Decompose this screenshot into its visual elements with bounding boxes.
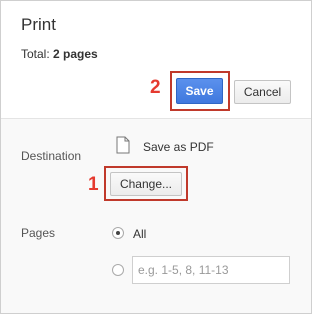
step-2-marker: 2 bbox=[150, 77, 161, 98]
pages-custom-input[interactable] bbox=[132, 256, 290, 284]
destination-value: Save as PDF bbox=[143, 140, 214, 154]
page-title: Print bbox=[21, 15, 56, 34]
cancel-button[interactable]: Cancel bbox=[234, 80, 291, 104]
total-value: 2 pages bbox=[53, 47, 98, 61]
step-1-marker: 1 bbox=[88, 174, 99, 195]
page-count: Total: 2 pages bbox=[21, 47, 98, 61]
pages-all-label[interactable]: All bbox=[133, 227, 146, 241]
total-label: Total: bbox=[21, 47, 50, 61]
pages-all-radio[interactable] bbox=[112, 227, 124, 239]
save-button[interactable]: Save bbox=[176, 78, 223, 104]
document-icon bbox=[116, 136, 130, 154]
destination-label: Destination bbox=[21, 149, 82, 163]
radio-selected-dot bbox=[116, 231, 120, 235]
pages-label: Pages bbox=[21, 226, 56, 240]
pages-custom-radio[interactable] bbox=[112, 264, 124, 276]
change-destination-button[interactable]: Change... bbox=[110, 172, 182, 196]
